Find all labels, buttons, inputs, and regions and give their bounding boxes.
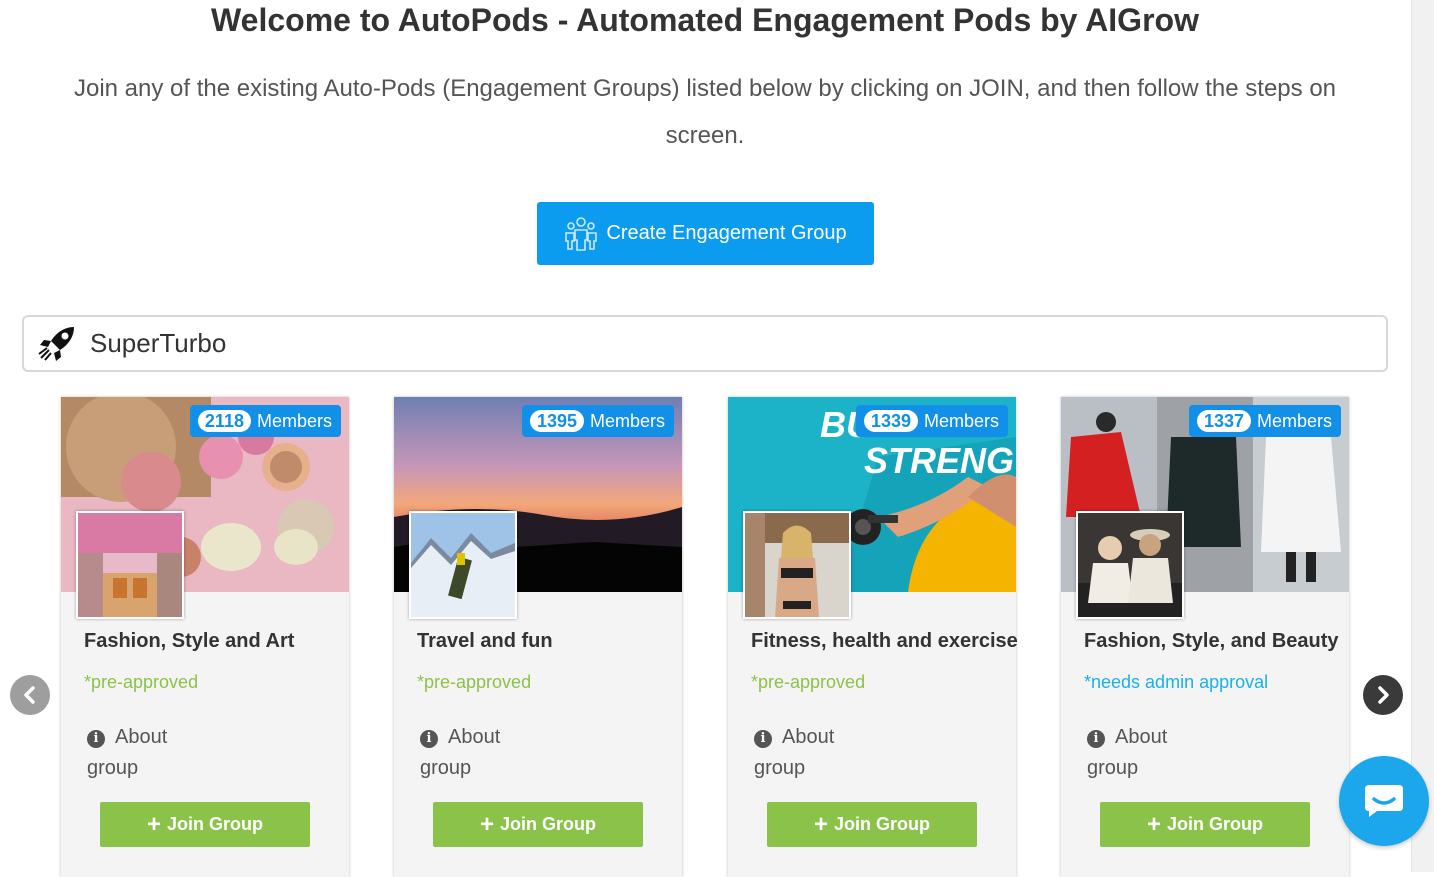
cover-text-secondary: STRENGT <box>864 440 1016 481</box>
create-engagement-group-label: Create Engagement Group <box>606 222 847 244</box>
chat-widget-button[interactable] <box>1339 756 1429 846</box>
plus-icon: + <box>146 810 161 838</box>
pod-approval-status: *pre-approved <box>417 672 532 692</box>
join-group-label: Join Group <box>834 814 930 834</box>
chevron-right-icon <box>1378 686 1389 704</box>
pod-card-fashion-style-beauty: 1337 Members Fashion, Style, and Beauty … <box>1061 397 1349 877</box>
join-group-button[interactable]: + Join Group <box>433 802 643 847</box>
members-count: 1395 <box>529 410 584 432</box>
plus-icon: + <box>479 810 494 838</box>
pod-search-bar <box>22 315 1388 372</box>
create-engagement-group-button[interactable]: Create Engagement Group <box>537 202 874 265</box>
plus-icon: + <box>813 810 828 838</box>
info-icon: i <box>420 730 438 748</box>
members-badge: 1337 Members <box>1188 405 1341 437</box>
pod-card-travel-fun: 1395 Members Travel and fun *pre-approve… <box>394 397 682 877</box>
about-group-link[interactable]: i About group <box>1087 722 1207 784</box>
pod-approval-status: *needs admin approval <box>1084 672 1269 692</box>
rocket-icon <box>38 326 74 361</box>
about-group-link[interactable]: i About group <box>87 722 207 784</box>
chat-icon <box>1365 785 1403 817</box>
pod-avatar <box>1076 511 1184 619</box>
members-label: Members <box>923 410 999 431</box>
plus-icon: + <box>1146 810 1161 838</box>
members-badge: 2118 Members <box>189 405 341 437</box>
carousel-prev-button[interactable] <box>10 675 50 715</box>
join-group-label: Join Group <box>500 814 596 834</box>
about-group-link[interactable]: i About group <box>420 722 540 784</box>
pod-title: Fashion, Style, and Beauty <box>1084 630 1339 652</box>
members-badge: 1339 Members <box>855 405 1008 437</box>
join-group-label: Join Group <box>1167 814 1263 834</box>
people-group-icon <box>565 216 598 251</box>
about-group-link[interactable]: i About group <box>754 722 874 784</box>
join-group-button[interactable]: + Join Group <box>1100 802 1310 847</box>
members-label: Members <box>589 410 665 431</box>
members-count: 1339 <box>863 410 918 432</box>
pod-avatar <box>409 511 517 619</box>
pod-approval-status: *pre-approved <box>84 672 199 692</box>
pod-avatar <box>743 511 851 619</box>
join-group-button[interactable]: + Join Group <box>100 802 310 847</box>
join-group-button[interactable]: + Join Group <box>767 802 977 847</box>
pod-avatar <box>76 511 184 619</box>
members-label: Members <box>256 410 332 431</box>
pod-search-input[interactable] <box>88 327 1292 360</box>
page-scrollbar[interactable] <box>1411 0 1434 872</box>
members-count: 2118 <box>197 410 251 432</box>
pod-card-fashion-style-art: 2118 Members Fashion, Style and Art *pre… <box>61 397 349 877</box>
members-count: 1337 <box>1196 410 1251 432</box>
carousel-next-button[interactable] <box>1363 675 1403 715</box>
info-icon: i <box>87 730 105 748</box>
pod-card-fitness-health: BU STRENGT 1339 Members Fitness, health … <box>728 397 1018 877</box>
members-label: Members <box>1256 410 1332 431</box>
join-group-label: Join Group <box>167 814 263 834</box>
pod-title: Fitness, health and exercise <box>751 630 1018 652</box>
page-subtitle: Join any of the existing Auto-Pods (Enga… <box>73 75 1337 149</box>
pod-approval-status: *pre-approved <box>751 672 866 692</box>
pod-title: Fashion, Style and Art <box>84 630 295 652</box>
members-badge: 1395 Members <box>521 405 674 437</box>
page-title: Welcome to AutoPods - Automated Engageme… <box>211 2 1199 38</box>
info-icon: i <box>754 730 772 748</box>
chevron-left-icon <box>24 686 35 704</box>
info-icon: i <box>1087 730 1105 748</box>
pod-title: Travel and fun <box>417 630 553 652</box>
